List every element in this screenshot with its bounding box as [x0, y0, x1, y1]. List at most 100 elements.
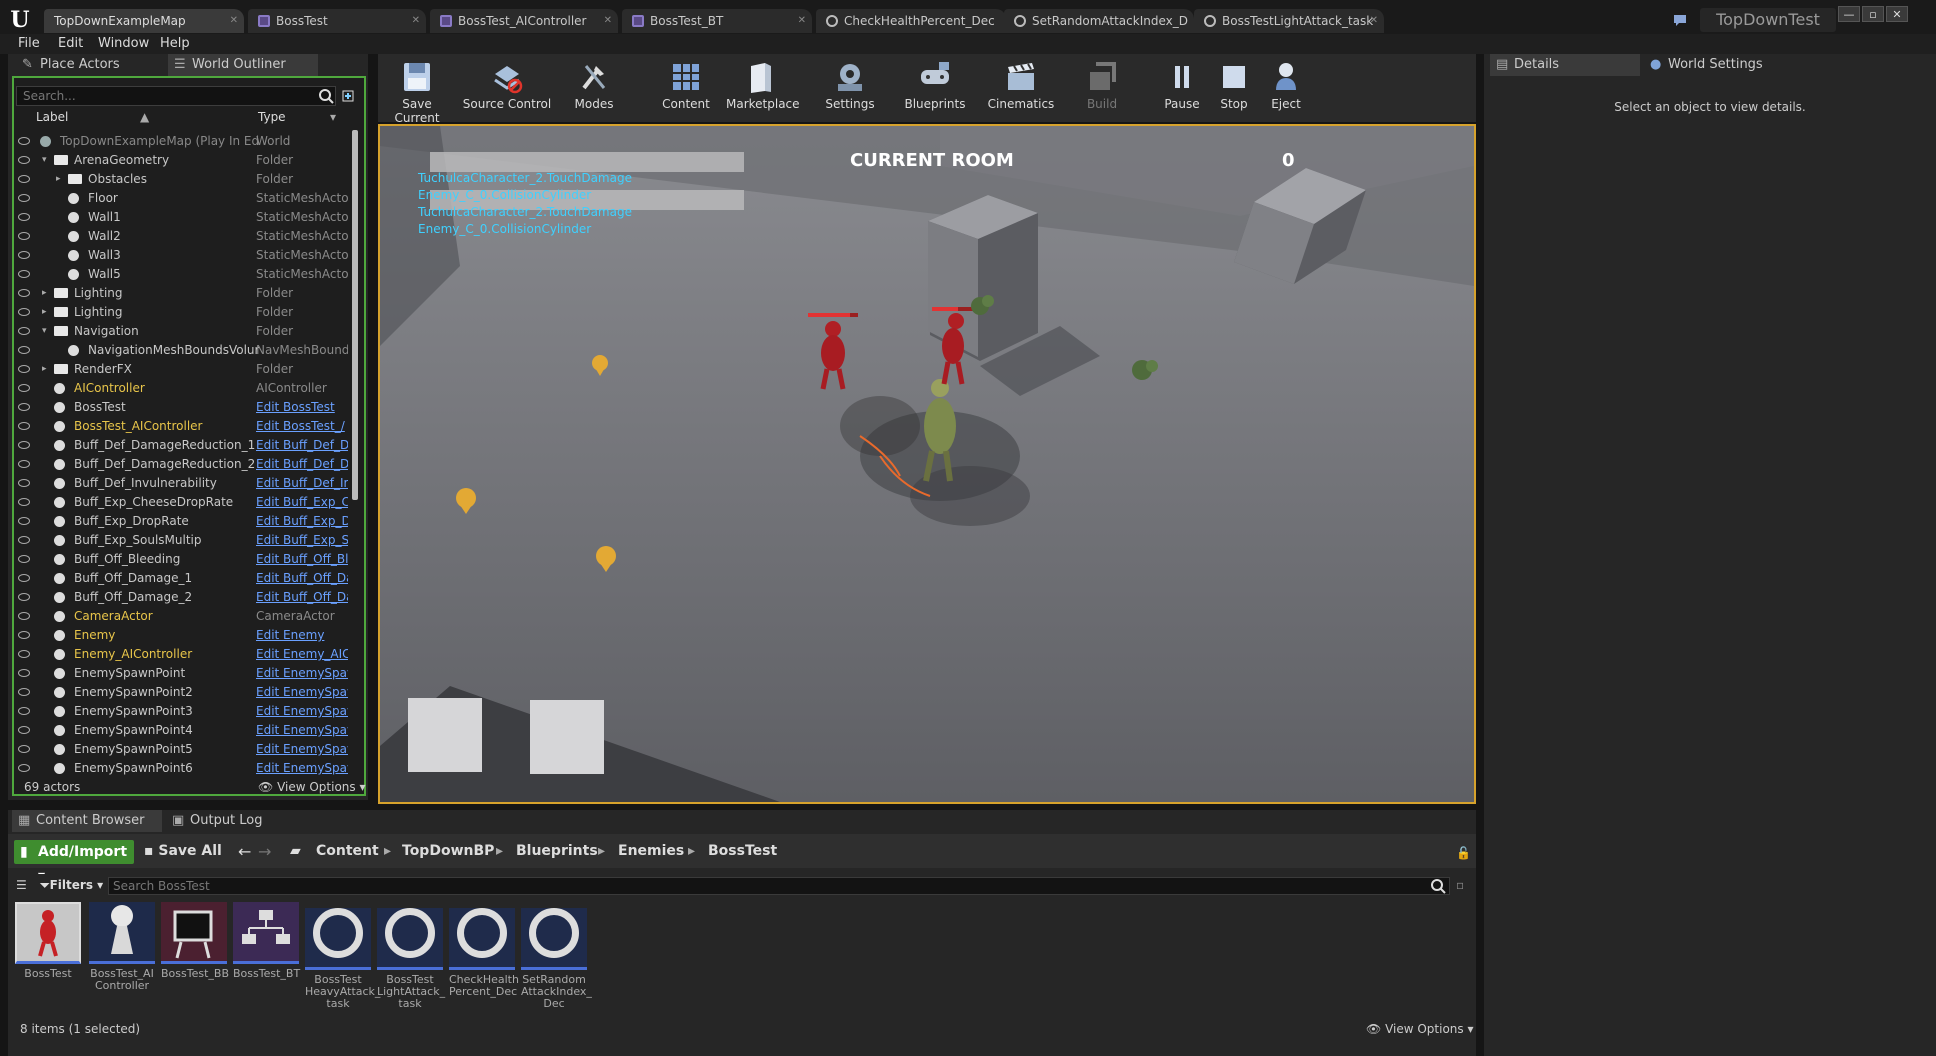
- edit-blueprint-link[interactable]: Edit BossTest_/: [256, 417, 348, 436]
- breadcrumb-blueprints[interactable]: Blueprints: [516, 843, 598, 859]
- tab-bosstest[interactable]: BossTest ✕: [248, 9, 426, 33]
- visibility-eye-icon[interactable]: [18, 707, 30, 715]
- visibility-eye-icon[interactable]: [18, 517, 30, 525]
- chevron-down-icon[interactable]: ▾: [330, 110, 336, 124]
- outliner-row[interactable]: Wall2 StaticMeshActor: [16, 227, 348, 246]
- close-icon[interactable]: ✕: [230, 9, 238, 33]
- visibility-eye-icon[interactable]: [18, 460, 30, 468]
- edit-blueprint-link[interactable]: Edit Buff_Def_D: [256, 436, 348, 455]
- visibility-eye-icon[interactable]: [18, 745, 30, 753]
- tab-checkhealthpercent-dec[interactable]: CheckHealthPercent_Dec: [816, 9, 1006, 33]
- menu-help[interactable]: Help: [160, 36, 190, 51]
- close-icon[interactable]: ✕: [604, 9, 612, 33]
- outliner-row[interactable]: Buff_Def_DamageReduction_2 Edit Buff_Def_…: [16, 455, 348, 474]
- back-arrow-icon[interactable]: ←: [238, 842, 251, 861]
- edit-blueprint-link[interactable]: Edit BossTest: [256, 398, 348, 417]
- edit-blueprint-link[interactable]: Edit Buff_Exp_S: [256, 531, 348, 550]
- visibility-eye-icon[interactable]: [18, 612, 30, 620]
- outliner-row[interactable]: AIController AIController: [16, 379, 348, 398]
- outliner-row[interactable]: TopDownExampleMap (Play In Ed World: [16, 132, 348, 151]
- outliner-row[interactable]: Buff_Exp_SoulsMultip Edit Buff_Exp_S: [16, 531, 348, 550]
- chevron-right-icon[interactable]: ▸: [688, 843, 695, 859]
- breadcrumb-topdownbp[interactable]: TopDownBP: [402, 843, 494, 859]
- edit-blueprint-link[interactable]: Edit Buff_Exp_D: [256, 512, 348, 531]
- search-icon[interactable]: [1430, 878, 1446, 894]
- outliner-row[interactable]: Buff_Exp_DropRate Edit Buff_Exp_D: [16, 512, 348, 531]
- expanded-arrow-icon[interactable]: ▾: [42, 322, 47, 341]
- visibility-eye-icon[interactable]: [18, 156, 30, 164]
- chevron-right-icon[interactable]: ▸: [384, 843, 391, 859]
- visibility-eye-icon[interactable]: [18, 688, 30, 696]
- visibility-eye-icon[interactable]: [18, 175, 30, 183]
- edit-blueprint-link[interactable]: Edit Buff_Exp_C: [256, 493, 348, 512]
- visibility-eye-icon[interactable]: [18, 536, 30, 544]
- search-icon[interactable]: [318, 88, 334, 104]
- column-label[interactable]: Label: [36, 110, 68, 124]
- tab-bosstest-aicontroller[interactable]: BossTest_AIController ✕: [430, 9, 618, 33]
- save-search-icon[interactable]: ▫: [1456, 878, 1464, 892]
- outliner-scrollbar[interactable]: [352, 130, 358, 500]
- expanded-arrow-icon[interactable]: ▾: [42, 151, 47, 170]
- close-icon[interactable]: ✕: [798, 9, 806, 33]
- asset-bosstest-bt[interactable]: BossTest_BT: [233, 902, 300, 980]
- edit-blueprint-link[interactable]: Edit EnemySpav: [256, 740, 348, 759]
- level-viewport[interactable]: TuchulcaCharacter_2.TouchDamage Enemy_C_…: [378, 124, 1476, 804]
- asset-bosstest-aicontroller[interactable]: BossTest_AI Controller: [89, 902, 155, 992]
- eject-button[interactable]: Eject: [1264, 56, 1308, 118]
- lock-icon[interactable]: 🔓: [1456, 846, 1471, 860]
- tab-setrandomattackindex[interactable]: SetRandomAttackIndex_D: [1004, 9, 1194, 33]
- cinematics-button[interactable]: Cinematics: [984, 56, 1058, 118]
- edit-blueprint-link[interactable]: Edit Buff_Off_Bl: [256, 550, 348, 569]
- visibility-eye-icon[interactable]: [18, 137, 30, 145]
- source-control-button[interactable]: Source Control: [462, 56, 552, 118]
- asset-bosstest-heavyattack-task[interactable]: BossTest HeavyAttack_ task: [305, 902, 380, 1010]
- blueprints-button[interactable]: Blueprints: [902, 56, 968, 118]
- content-button[interactable]: Content: [658, 56, 714, 118]
- content-search-input[interactable]: Search BossTest: [108, 877, 1450, 895]
- collapsed-arrow-icon[interactable]: ▸: [42, 360, 47, 379]
- outliner-row[interactable]: Buff_Off_Damage_2 Edit Buff_Off_Da: [16, 588, 348, 607]
- breadcrumb-bosstest[interactable]: BossTest: [708, 843, 777, 859]
- outliner-row[interactable]: Buff_Off_Bleeding Edit Buff_Off_Bl: [16, 550, 348, 569]
- visibility-eye-icon[interactable]: [18, 593, 30, 601]
- outliner-view-options[interactable]: 👁 View Options ▾: [258, 780, 366, 794]
- edit-blueprint-link[interactable]: Edit EnemySpav: [256, 721, 348, 740]
- outliner-row[interactable]: BossTest Edit BossTest: [16, 398, 348, 417]
- outliner-row[interactable]: Enemy_AIController Edit Enemy_AIC: [16, 645, 348, 664]
- tab-world-outliner[interactable]: ☰ World Outliner: [168, 54, 318, 76]
- outliner-search-input[interactable]: Search...: [16, 86, 336, 106]
- asset-setrandomattackindex-dec[interactable]: SetRandom AttackIndex_ Dec: [521, 902, 592, 1010]
- collapsed-arrow-icon[interactable]: ▸: [42, 284, 47, 303]
- asset-bosstest-lightattack-task[interactable]: BossTest LightAttack_ task: [377, 902, 445, 1010]
- edit-blueprint-link[interactable]: Edit Buff_Def_Ir: [256, 474, 348, 493]
- menu-window[interactable]: Window: [98, 36, 149, 51]
- outliner-row[interactable]: EnemySpawnPoint3 Edit EnemySpav: [16, 702, 348, 721]
- asset-bosstest[interactable]: BossTest: [15, 902, 81, 980]
- edit-blueprint-link[interactable]: Edit Enemy: [256, 626, 348, 645]
- filters-button[interactable]: ⏷Filters ▾: [40, 878, 103, 893]
- edit-blueprint-link[interactable]: Edit Buff_Def_D: [256, 455, 348, 474]
- outliner-row[interactable]: ▾ ArenaGeometry Folder: [16, 151, 348, 170]
- outliner-row[interactable]: EnemySpawnPoint2 Edit EnemySpav: [16, 683, 348, 702]
- chevron-right-icon[interactable]: ▸: [496, 843, 503, 859]
- add-import-button[interactable]: ▮Add/Import ▾: [14, 840, 134, 884]
- visibility-eye-icon[interactable]: [18, 232, 30, 240]
- visibility-eye-icon[interactable]: [18, 650, 30, 658]
- breadcrumb-enemies[interactable]: Enemies: [618, 843, 684, 859]
- tab-topdownexamplemap[interactable]: TopDownExampleMap ✕: [44, 9, 244, 33]
- visibility-eye-icon[interactable]: [18, 574, 30, 582]
- collapsed-arrow-icon[interactable]: ▸: [56, 170, 61, 189]
- marketplace-button[interactable]: Marketplace: [726, 56, 800, 118]
- visibility-eye-icon[interactable]: [18, 270, 30, 278]
- tab-bosstest-bt[interactable]: BossTest_BT ✕: [622, 9, 812, 33]
- close-window-button[interactable]: ✕: [1886, 6, 1908, 22]
- asset-checkhealthpercent-dec[interactable]: CheckHealth Percent_Dec: [449, 902, 519, 998]
- pause-button[interactable]: Pause: [1160, 56, 1204, 118]
- outliner-row[interactable]: ▸ RenderFX Folder: [16, 360, 348, 379]
- visibility-eye-icon[interactable]: [18, 213, 30, 221]
- outliner-row[interactable]: BossTest_AIController Edit BossTest_/: [16, 417, 348, 436]
- visibility-eye-icon[interactable]: [18, 384, 30, 392]
- visibility-eye-icon[interactable]: [18, 479, 30, 487]
- outliner-row[interactable]: Buff_Def_Invulnerability Edit Buff_Def_Ir: [16, 474, 348, 493]
- close-icon[interactable]: ✕: [1370, 9, 1378, 33]
